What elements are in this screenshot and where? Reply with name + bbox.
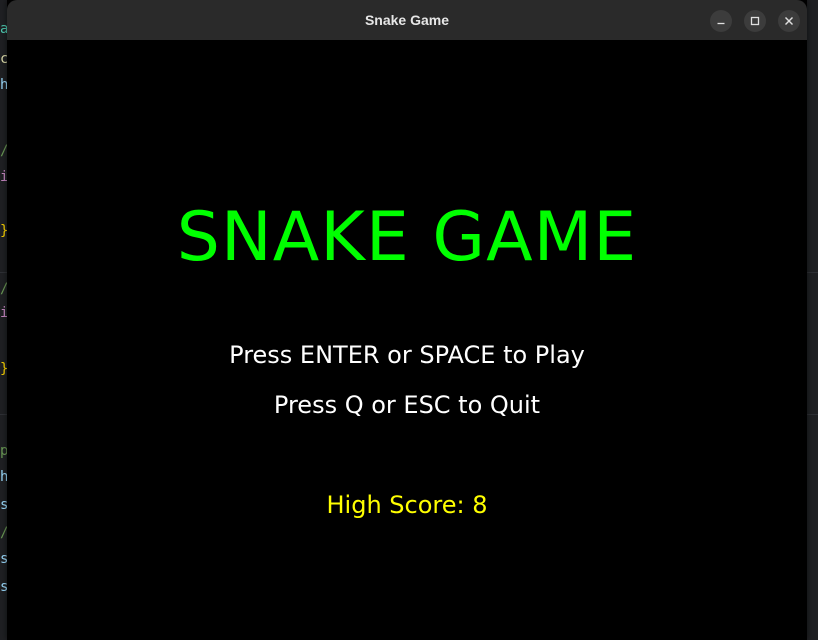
game-title: SNAKE GAME: [176, 198, 638, 277]
close-button[interactable]: [778, 10, 800, 32]
play-instruction: Press ENTER or SPACE to Play: [229, 341, 585, 369]
maximize-button[interactable]: [744, 10, 766, 32]
window-titlebar[interactable]: Snake Game: [7, 0, 807, 41]
game-canvas[interactable]: SNAKE GAME Press ENTER or SPACE to Play …: [7, 40, 807, 640]
snake-game-window: Snake Game SNAKE GAME Press ENTER or SPA…: [7, 0, 807, 640]
maximize-icon: [750, 16, 760, 26]
quit-instruction: Press Q or ESC to Quit: [273, 391, 541, 419]
window-title: Snake Game: [364, 12, 450, 28]
high-score: High Score: 8: [326, 491, 488, 519]
minimize-button[interactable]: [710, 10, 732, 32]
minimize-icon: [716, 16, 726, 26]
close-icon: [784, 16, 794, 26]
